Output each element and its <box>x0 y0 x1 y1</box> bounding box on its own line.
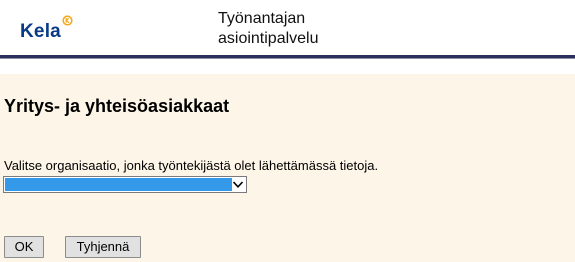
kela-badge-icon <box>62 15 73 26</box>
organization-select-value <box>5 178 232 191</box>
logo-text: Kela <box>20 21 61 42</box>
main-content: Yritys- ja yhteisöasiakkaat Valitse orga… <box>0 74 575 262</box>
ok-button[interactable]: OK <box>4 236 44 258</box>
organization-prompt: Valitse organisaatio, jonka työntekijäst… <box>4 158 379 173</box>
page: Kela Työnantajan asiointipalvelu Yritys-… <box>0 0 575 262</box>
header: Kela Työnantajan asiointipalvelu <box>0 0 575 55</box>
organization-select[interactable] <box>3 176 247 193</box>
service-title-line1: Työnantajan <box>218 10 306 27</box>
kela-logo[interactable]: Kela <box>20 14 80 44</box>
page-title: Yritys- ja yhteisöasiakkaat <box>4 96 230 116</box>
service-title: Työnantajan asiointipalvelu <box>218 9 319 49</box>
header-divider-shadow <box>0 58 575 59</box>
clear-button[interactable]: Tyhjennä <box>65 236 141 258</box>
service-title-line2: asiointipalvelu <box>218 30 319 47</box>
chevron-down-icon <box>232 181 244 188</box>
